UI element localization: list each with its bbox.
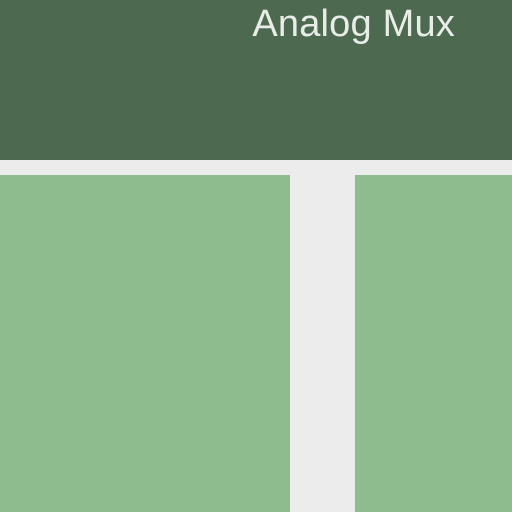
- header-bar: Analog Mux: [0, 0, 512, 160]
- left-panel[interactable]: [0, 175, 290, 512]
- right-panel[interactable]: [355, 175, 512, 512]
- page-title: Analog Mux: [252, 3, 455, 45]
- app-window: Analog Mux: [0, 0, 512, 512]
